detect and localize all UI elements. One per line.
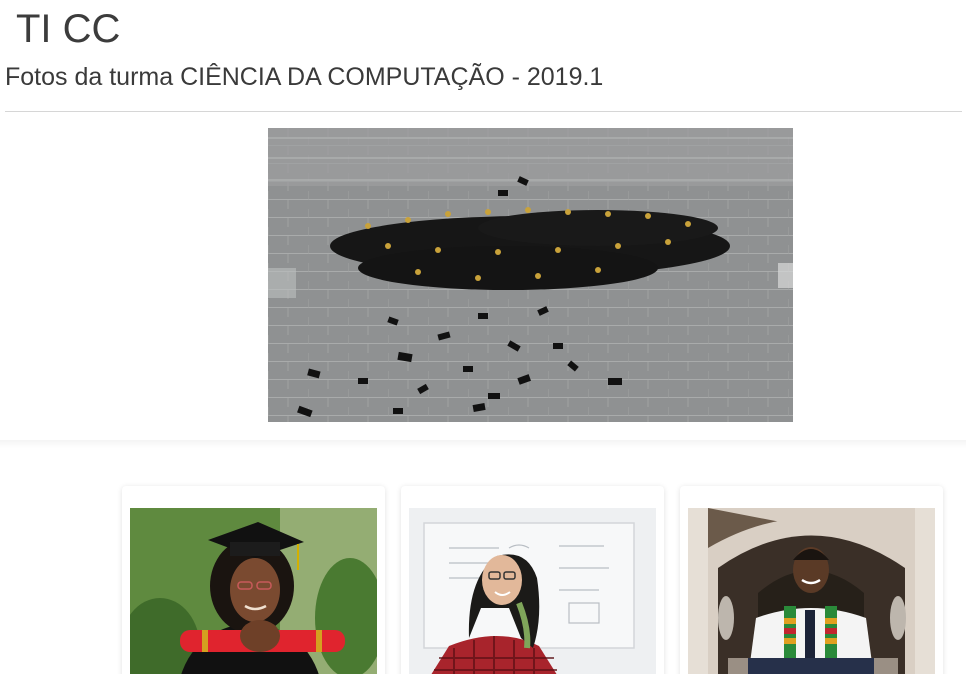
- card-photo: [130, 508, 377, 674]
- gallery-card-2[interactable]: [401, 486, 664, 674]
- app-title: TI CC: [16, 7, 121, 51]
- graduate-woman-image: [130, 508, 377, 674]
- gallery-card-3[interactable]: [680, 486, 943, 674]
- section-divider: [0, 440, 966, 448]
- title-divider: [5, 111, 962, 112]
- card-photo: [688, 508, 935, 674]
- page: TI CC Fotos da turma CIÊNCIA DA COMPUTAÇ…: [0, 0, 966, 674]
- gallery-card-1[interactable]: [122, 486, 385, 674]
- woman-whiteboard-image: [409, 508, 656, 674]
- hero-graduation-photo[interactable]: [268, 128, 793, 422]
- hero-graduation-image: [268, 128, 793, 422]
- card-photo: [409, 508, 656, 674]
- graduate-man-image: [688, 508, 935, 674]
- page-subtitle: Fotos da turma CIÊNCIA DA COMPUTAÇÃO - 2…: [5, 63, 604, 91]
